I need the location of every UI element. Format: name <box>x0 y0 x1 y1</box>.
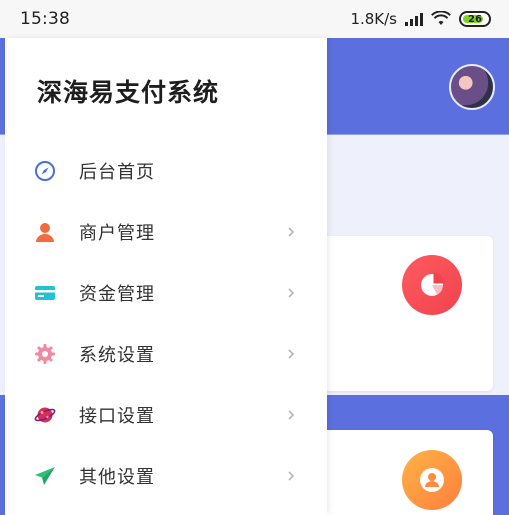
chevron-right-icon <box>288 348 295 359</box>
battery-level: 26 <box>468 13 482 25</box>
signal-icon <box>405 12 423 26</box>
status-indicators: 1.8K/s 26 <box>350 10 491 28</box>
menu-item-dashboard[interactable]: 后台首页 <box>5 140 327 201</box>
menu-item-label: 商户管理 <box>79 222 155 244</box>
gear-icon <box>33 342 57 366</box>
menu-item-label: 接口设置 <box>79 405 155 427</box>
chevron-right-icon <box>288 470 295 481</box>
chevron-right-icon <box>288 409 295 420</box>
wifi-icon <box>431 11 451 25</box>
status-time: 15:38 <box>20 9 70 29</box>
planet-icon <box>33 403 57 427</box>
account-card[interactable] <box>300 430 493 515</box>
stats-card[interactable] <box>300 236 493 391</box>
drawer-title: 深海易支付系统 <box>37 78 220 107</box>
card-icon <box>33 281 57 305</box>
account-icon <box>402 450 462 510</box>
menu-item-label: 其他设置 <box>79 466 155 488</box>
menu-item-other-settings[interactable]: 其他设置 <box>5 445 327 506</box>
menu-item-system-settings[interactable]: 系统设置 <box>5 323 327 384</box>
menu-item-label: 资金管理 <box>79 283 155 305</box>
chevron-right-icon <box>288 226 295 237</box>
user-icon <box>33 220 57 244</box>
menu-item-funds[interactable]: 资金管理 <box>5 262 327 323</box>
battery-icon: 26 <box>459 11 491 27</box>
user-avatar[interactable] <box>449 64 495 110</box>
menu-item-merchants[interactable]: 商户管理 <box>5 201 327 262</box>
status-bar: 15:38 1.8K/s 26 <box>0 0 509 38</box>
pie-chart-icon <box>402 255 462 315</box>
network-speed: 1.8K/s <box>350 10 397 28</box>
menu-item-label: 系统设置 <box>79 344 155 366</box>
drawer-menu: 后台首页 商户管理 资金管理 系统设置 接口设置 其他设置 <box>5 140 327 506</box>
compass-icon <box>33 159 57 183</box>
send-icon <box>33 464 57 488</box>
navigation-drawer: 深海易支付系统 后台首页 商户管理 资金管理 系统设置 接口设置 其他设置 <box>5 38 327 515</box>
menu-item-api-settings[interactable]: 接口设置 <box>5 384 327 445</box>
chevron-right-icon <box>288 287 295 298</box>
menu-item-label: 后台首页 <box>79 161 155 183</box>
